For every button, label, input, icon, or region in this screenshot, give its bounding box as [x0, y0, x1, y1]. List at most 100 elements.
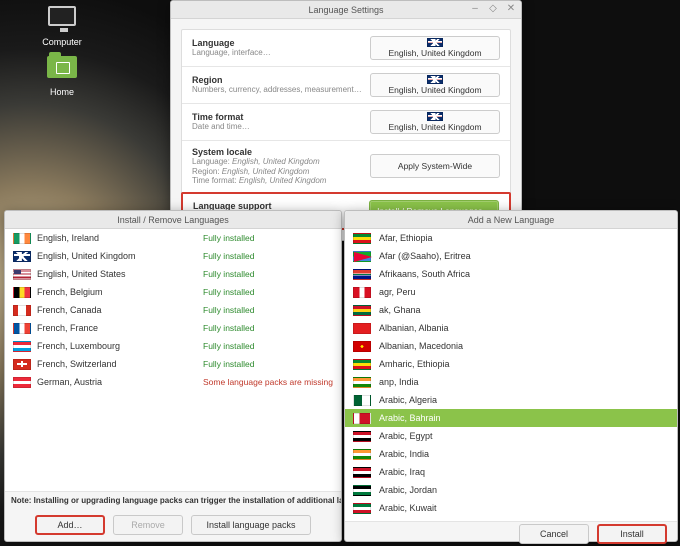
- titlebar[interactable]: Language Settings – ◇ ✕: [171, 1, 521, 19]
- available-language-list[interactable]: Afar, Ethiopia Afar (@Saaho), EritreaAfri…: [345, 229, 677, 521]
- flag-icon: [353, 233, 371, 244]
- desktop-icon-computer[interactable]: Computer: [32, 6, 92, 47]
- language-name: ak, Ghana: [371, 305, 421, 315]
- computer-icon: [48, 6, 76, 26]
- install-button[interactable]: Install: [597, 524, 667, 544]
- language-name: Arabic, Jordan: [371, 485, 437, 495]
- list-item[interactable]: English, IrelandFully installed: [5, 229, 341, 247]
- flag-icon: [353, 287, 371, 298]
- row-title: Language: [192, 38, 370, 48]
- flag-icon: [13, 269, 31, 280]
- row-sub: Language, interface…: [192, 48, 370, 58]
- language-name: German, Austria: [31, 377, 203, 387]
- flag-icon: [353, 431, 371, 442]
- flag-icon: [353, 467, 371, 478]
- titlebar[interactable]: Add a New Language: [345, 211, 677, 229]
- language-name: French, Belgium: [31, 287, 203, 297]
- desktop-icon-label: Home: [32, 87, 92, 97]
- list-item[interactable]: anp, India: [345, 373, 677, 391]
- row-language: Language Language, interface… English, U…: [182, 30, 510, 67]
- add-new-language-window: Add a New Language Afar, Ethiopia Afar (@…: [344, 210, 678, 542]
- language-status: Fully installed: [203, 269, 333, 279]
- flag-icon: [13, 359, 31, 370]
- flag-icon: [353, 377, 371, 388]
- list-item[interactable]: French, FranceFully installed: [5, 319, 341, 337]
- install-language-packs-button[interactable]: Install language packs: [191, 515, 311, 535]
- list-item[interactable]: German, AustriaSome language packs are m…: [5, 373, 341, 391]
- row-sub: Numbers, currency, addresses, measuremen…: [192, 85, 370, 95]
- list-item[interactable]: French, BelgiumFully installed: [5, 283, 341, 301]
- language-status: Fully installed: [203, 341, 333, 351]
- language-status: Fully installed: [203, 323, 333, 333]
- list-item[interactable]: Albanian, Albania: [345, 319, 677, 337]
- window-title: Language Settings: [308, 5, 383, 15]
- minimize-button[interactable]: –: [469, 2, 481, 14]
- row-title: Time format: [192, 112, 370, 122]
- row-sub: Date and time…: [192, 122, 370, 132]
- list-item[interactable]: Arabic, Algeria: [345, 391, 677, 409]
- flag-icon: [13, 377, 31, 388]
- list-item[interactable]: Arabic, Bahrain: [345, 409, 677, 427]
- cancel-button[interactable]: Cancel: [519, 524, 589, 544]
- list-item[interactable]: agr, Peru: [345, 283, 677, 301]
- list-item[interactable]: French, CanadaFully installed: [5, 301, 341, 319]
- close-button[interactable]: ✕: [505, 2, 517, 14]
- home-folder-icon: [47, 56, 77, 78]
- language-status: Some language packs are missing: [203, 377, 333, 387]
- flag-icon: [13, 305, 31, 316]
- language-status: Fully installed: [203, 305, 333, 315]
- flag-icon: [13, 233, 31, 244]
- language-name: Albanian, Albania: [371, 323, 449, 333]
- list-item[interactable]: English, United StatesFully installed: [5, 265, 341, 283]
- list-item[interactable]: Arabic, Egypt: [345, 427, 677, 445]
- titlebar[interactable]: Install / Remove Languages: [5, 211, 341, 229]
- row-title: Region: [192, 75, 370, 85]
- region-select-button[interactable]: English, United Kingdom: [370, 73, 500, 97]
- apply-system-wide-button[interactable]: Apply System-Wide: [370, 154, 500, 178]
- list-item[interactable]: Arabic, Kuwait: [345, 499, 677, 517]
- list-item[interactable]: Afar (@Saaho), Eritrea: [345, 247, 677, 265]
- language-name: Arabic, India: [371, 449, 429, 459]
- language-name: Arabic, Egypt: [371, 431, 433, 441]
- language-name: English, Ireland: [31, 233, 203, 243]
- list-item[interactable]: ak, Ghana: [345, 301, 677, 319]
- list-item[interactable]: Arabic, Iraq: [345, 463, 677, 481]
- flag-icon: [353, 323, 371, 334]
- language-select-button[interactable]: English, United Kingdom: [370, 36, 500, 60]
- list-item[interactable]: Afar, Ethiopia: [345, 229, 677, 247]
- language-name: French, France: [31, 323, 203, 333]
- language-name: Arabic, Algeria: [371, 395, 437, 405]
- flag-icon: [353, 449, 371, 460]
- list-item[interactable]: Arabic, India: [345, 445, 677, 463]
- uk-flag-icon: [427, 112, 443, 121]
- window-title: Add a New Language: [468, 215, 555, 225]
- language-status: Fully installed: [203, 287, 333, 297]
- desktop-icon-home[interactable]: Home: [32, 54, 92, 97]
- add-language-button[interactable]: Add…: [35, 515, 105, 535]
- language-name: English, United States: [31, 269, 203, 279]
- flag-icon: [13, 341, 31, 352]
- language-name: Arabic, Bahrain: [371, 413, 441, 423]
- list-item[interactable]: Amharic, Ethiopia: [345, 355, 677, 373]
- list-item[interactable]: Albanian, Macedonia: [345, 337, 677, 355]
- list-item[interactable]: French, SwitzerlandFully installed: [5, 355, 341, 373]
- window-title: Install / Remove Languages: [117, 215, 229, 225]
- list-item[interactable]: French, LuxembourgFully installed: [5, 337, 341, 355]
- list-item[interactable]: Afrikaans, South Africa: [345, 265, 677, 283]
- language-name: agr, Peru: [371, 287, 416, 297]
- flag-icon: [13, 251, 31, 262]
- installed-language-list[interactable]: English, IrelandFully installedEnglish, …: [5, 229, 341, 491]
- language-name: Arabic, Iraq: [371, 467, 425, 477]
- list-item[interactable]: Arabic, Jordan: [345, 481, 677, 499]
- language-name: French, Luxembourg: [31, 341, 203, 351]
- row-system-locale: System locale Language: English, United …: [182, 141, 510, 193]
- remove-language-button[interactable]: Remove: [113, 515, 183, 535]
- language-status: Fully installed: [203, 233, 333, 243]
- flag-icon: [353, 413, 371, 424]
- language-name: Afar, Ethiopia: [371, 233, 433, 243]
- timeformat-select-button[interactable]: English, United Kingdom: [370, 110, 500, 134]
- row-locale-lang: Language: English, United Kingdom: [192, 157, 370, 167]
- list-item[interactable]: English, United KingdomFully installed: [5, 247, 341, 265]
- language-name: Arabic, Kuwait: [371, 503, 437, 513]
- maximize-button[interactable]: ◇: [487, 2, 499, 14]
